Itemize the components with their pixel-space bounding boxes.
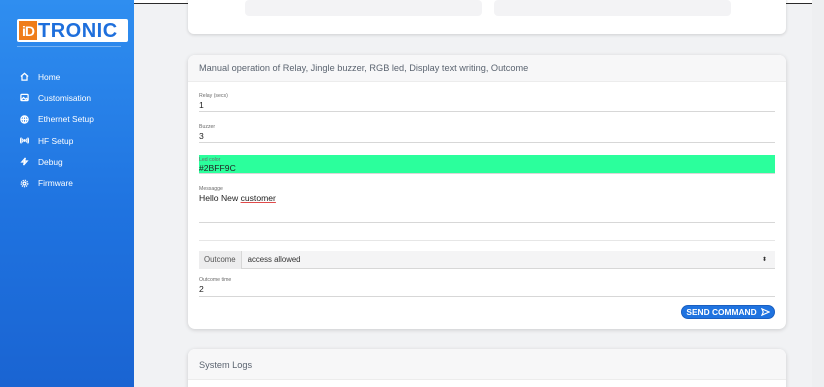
manual-operation-card: Manual operation of Relay, Jingle buzzer… bbox=[188, 55, 786, 329]
relay-field[interactable]: Relay (secs) 1 bbox=[199, 91, 775, 112]
sidebar-nav: Home Customisation Ethernet Setup HF Set… bbox=[0, 66, 134, 194]
led-color-field[interactable]: Led color #2BFF9C bbox=[199, 155, 775, 174]
logo-text: TRONIC bbox=[38, 19, 118, 42]
send-command-button[interactable]: SEND COMMAND bbox=[681, 305, 775, 319]
sidebar: iD TRONIC Home Customisation Ethernet Se… bbox=[0, 0, 134, 387]
sidebar-item-label: Ethernet Setup bbox=[38, 114, 94, 125]
gear-icon bbox=[19, 178, 29, 188]
buzzer-field[interactable]: Buzzer 3 bbox=[199, 122, 775, 143]
message-text: Hello New bbox=[199, 193, 241, 203]
outcome-time-label: Outcome time bbox=[199, 277, 232, 283]
image-icon bbox=[19, 93, 29, 103]
led-color-label: Led color bbox=[199, 157, 221, 163]
outcome-select[interactable]: Outcome access allowed ⬍ bbox=[199, 250, 775, 269]
system-logs-title: System Logs bbox=[188, 349, 786, 380]
outcome-label: Outcome bbox=[199, 250, 242, 269]
partial-field-left bbox=[245, 0, 482, 16]
outcome-time-field[interactable]: Outcome time 2 bbox=[199, 275, 775, 297]
manual-operation-title: Manual operation of Relay, Jingle buzzer… bbox=[188, 55, 786, 82]
buzzer-input[interactable]: 3 bbox=[199, 131, 775, 141]
relay-label: Relay (secs) bbox=[199, 93, 228, 99]
outcome-time-input[interactable]: 2 bbox=[199, 284, 775, 294]
scrollbar-track[interactable] bbox=[812, 0, 824, 387]
sidebar-divider bbox=[17, 46, 121, 47]
bolt-icon bbox=[19, 157, 29, 167]
sidebar-item-label: Firmware bbox=[38, 178, 73, 189]
logo-mark: iD bbox=[19, 21, 37, 40]
sidebar-item-customisation[interactable]: Customisation bbox=[0, 87, 134, 108]
sidebar-item-label: Customisation bbox=[38, 92, 92, 103]
logo: iD TRONIC bbox=[17, 19, 128, 42]
message-text-misspelled: customer bbox=[240, 193, 276, 203]
message-field[interactable]: Messagge Hello New customer bbox=[199, 184, 775, 223]
sidebar-item-hf-setup[interactable]: HF Setup bbox=[0, 130, 134, 151]
partial-field-right bbox=[494, 0, 731, 16]
sidebar-item-firmware[interactable]: Firmware bbox=[0, 172, 134, 193]
outcome-value: access allowed bbox=[247, 255, 301, 264]
send-icon bbox=[760, 308, 770, 316]
sidebar-item-label: Debug bbox=[38, 156, 63, 167]
sidebar-item-home[interactable]: Home bbox=[0, 66, 134, 87]
sidebar-item-label: HF Setup bbox=[38, 135, 74, 146]
sidebar-item-debug[interactable]: Debug bbox=[0, 151, 134, 172]
system-logs-card: System Logs bbox=[188, 349, 786, 387]
send-command-label: SEND COMMAND bbox=[686, 307, 757, 317]
buzzer-label: Buzzer bbox=[199, 124, 216, 130]
relay-input[interactable]: 1 bbox=[199, 100, 775, 110]
antenna-icon bbox=[19, 136, 29, 146]
settings-card-partial bbox=[188, 0, 786, 34]
globe-icon bbox=[19, 114, 29, 124]
message-field-extra bbox=[199, 223, 775, 241]
chevron-updown-icon: ⬍ bbox=[761, 257, 767, 263]
sidebar-item-label: Home bbox=[38, 71, 61, 82]
home-icon bbox=[19, 72, 29, 82]
message-input[interactable]: Hello New customer bbox=[199, 193, 775, 203]
sidebar-item-ethernet-setup[interactable]: Ethernet Setup bbox=[0, 109, 134, 130]
message-label: Messagge bbox=[199, 186, 223, 192]
led-color-input[interactable]: #2BFF9C bbox=[199, 163, 775, 173]
